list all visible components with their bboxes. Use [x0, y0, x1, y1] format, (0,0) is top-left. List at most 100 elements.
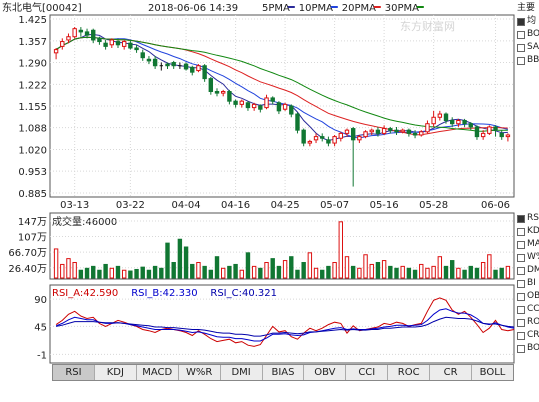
indicator-option[interactable]: CC	[517, 303, 539, 316]
rsi-line-rsi-b	[55, 308, 515, 342]
volume-bar	[227, 265, 232, 279]
indicator-checkbox[interactable]	[517, 305, 525, 314]
indicator-checkbox[interactable]	[517, 43, 525, 52]
ma-legend-swatch	[287, 6, 295, 8]
volume-bar	[208, 269, 214, 279]
candle	[196, 64, 201, 73]
volume-bar	[159, 267, 164, 279]
candle	[313, 133, 319, 144]
candle	[406, 128, 412, 137]
y-tick-label: 66.70万	[8, 248, 47, 259]
tab-roc[interactable]: ROC	[388, 365, 431, 380]
tab-rsi[interactable]: RSI	[53, 365, 95, 380]
indicator-option[interactable]: MA	[517, 238, 539, 251]
indicator-option[interactable]: 均	[517, 15, 539, 28]
indicator-option[interactable]: W%	[517, 251, 539, 264]
indicator-checkbox[interactable]	[517, 266, 525, 275]
indicator-option[interactable]: DM	[517, 264, 539, 277]
tab-cr[interactable]: CR	[430, 365, 473, 380]
volume-bar	[474, 267, 480, 279]
indicator-checkbox[interactable]	[517, 240, 525, 249]
volume-bar	[505, 265, 511, 279]
volume-bar	[431, 265, 436, 279]
candle	[60, 38, 65, 50]
x-tick-label: 04-16	[221, 200, 250, 211]
volume-bar	[437, 256, 443, 279]
indicator-label: RO	[527, 317, 539, 327]
ma-legend: 5PMA 10PMA 20PMA 30PMA	[262, 3, 424, 14]
y-tick-label: 1.155	[18, 102, 47, 113]
indicator-checkbox[interactable]	[517, 56, 525, 65]
indicator-checkbox[interactable]	[517, 17, 525, 26]
rsi-y-axis: 90 45 -1	[34, 295, 47, 361]
indicator-label: KD	[527, 226, 539, 236]
volume-bar	[307, 252, 313, 279]
volume-bar	[332, 262, 337, 279]
tab-cci[interactable]: CCI	[346, 365, 389, 380]
volume-bar	[326, 265, 331, 279]
indicator-label: CC	[527, 304, 539, 314]
tab-wpctr[interactable]: W%R	[179, 365, 221, 380]
ma-line-5pma	[55, 33, 508, 142]
indicator-label: OB	[527, 291, 539, 301]
indicator-label: MA	[527, 239, 539, 249]
volume-bar	[103, 263, 108, 279]
indicator-option[interactable]: BI	[517, 277, 539, 290]
ma-legend-swatch	[373, 6, 381, 8]
candle	[121, 39, 127, 50]
rsi-lines	[55, 297, 515, 347]
candle	[332, 135, 337, 147]
volume-bar	[369, 263, 374, 279]
candle	[208, 77, 214, 95]
indicator-option[interactable]: KD	[517, 225, 539, 238]
tab-dmi[interactable]: DMI	[221, 365, 263, 380]
tab-obv[interactable]: OBV	[304, 365, 347, 380]
indicator-checkbox[interactable]	[517, 344, 525, 353]
volume-bar	[301, 262, 306, 279]
indicator-option[interactable]: BO	[517, 342, 539, 355]
candle	[140, 49, 145, 61]
indicator-label: CR	[527, 330, 539, 340]
indicator-label: BB	[527, 55, 539, 65]
indicator-option[interactable]: SA	[517, 41, 539, 54]
indicator-label: BO	[527, 343, 539, 353]
tab-bias[interactable]: BIAS	[263, 365, 305, 380]
y-tick-label: 26.40万	[8, 264, 47, 275]
volume-bar	[295, 269, 300, 279]
indicator-checkbox[interactable]	[517, 331, 525, 340]
volume-bar	[313, 267, 319, 279]
main-indicator-list: 主要 均 BO SA BB	[517, 2, 539, 67]
indicator-checkbox[interactable]	[517, 227, 525, 236]
indicator-option[interactable]: RS	[517, 212, 539, 225]
volume-bar	[146, 269, 152, 279]
volume-bar	[480, 262, 486, 279]
volume-bar	[450, 260, 455, 279]
tab-macd[interactable]: MACD	[137, 365, 179, 380]
indicator-checkbox[interactable]	[517, 318, 525, 327]
main-indicator-title: 主要	[517, 3, 536, 13]
volume-bar	[72, 262, 77, 279]
volume-bar	[270, 258, 275, 279]
indicator-option[interactable]: CR	[517, 329, 539, 342]
indicator-option[interactable]: BO	[517, 28, 539, 41]
tab-kdj[interactable]: KDJ	[95, 365, 137, 380]
candle	[214, 88, 220, 97]
indicator-checkbox[interactable]	[517, 30, 525, 39]
volume-bar	[202, 265, 207, 279]
indicator-checkbox[interactable]	[517, 292, 525, 301]
moving-average-lines	[55, 33, 509, 142]
volume-y-axis: 147万 107万 66.70万 26.40万	[8, 217, 47, 275]
tab-boll[interactable]: BOLL	[472, 365, 513, 380]
indicator-option[interactable]: BB	[517, 54, 539, 67]
indicator-option[interactable]: RO	[517, 316, 539, 329]
volume-bar	[134, 268, 139, 279]
ma-legend-label: 30PMA	[385, 3, 419, 14]
indicator-option[interactable]: OB	[517, 290, 539, 303]
volume-bar	[60, 263, 65, 279]
indicator-checkbox[interactable]	[517, 253, 525, 262]
price-x-axis: 03-13 03-22 04-04 04-16 04-25 05-07 05-16 05-28…	[60, 200, 510, 211]
y-tick-label: 0.953	[18, 167, 47, 178]
volume-bar	[221, 267, 226, 279]
indicator-checkbox[interactable]	[517, 279, 525, 288]
indicator-checkbox[interactable]	[517, 214, 525, 223]
